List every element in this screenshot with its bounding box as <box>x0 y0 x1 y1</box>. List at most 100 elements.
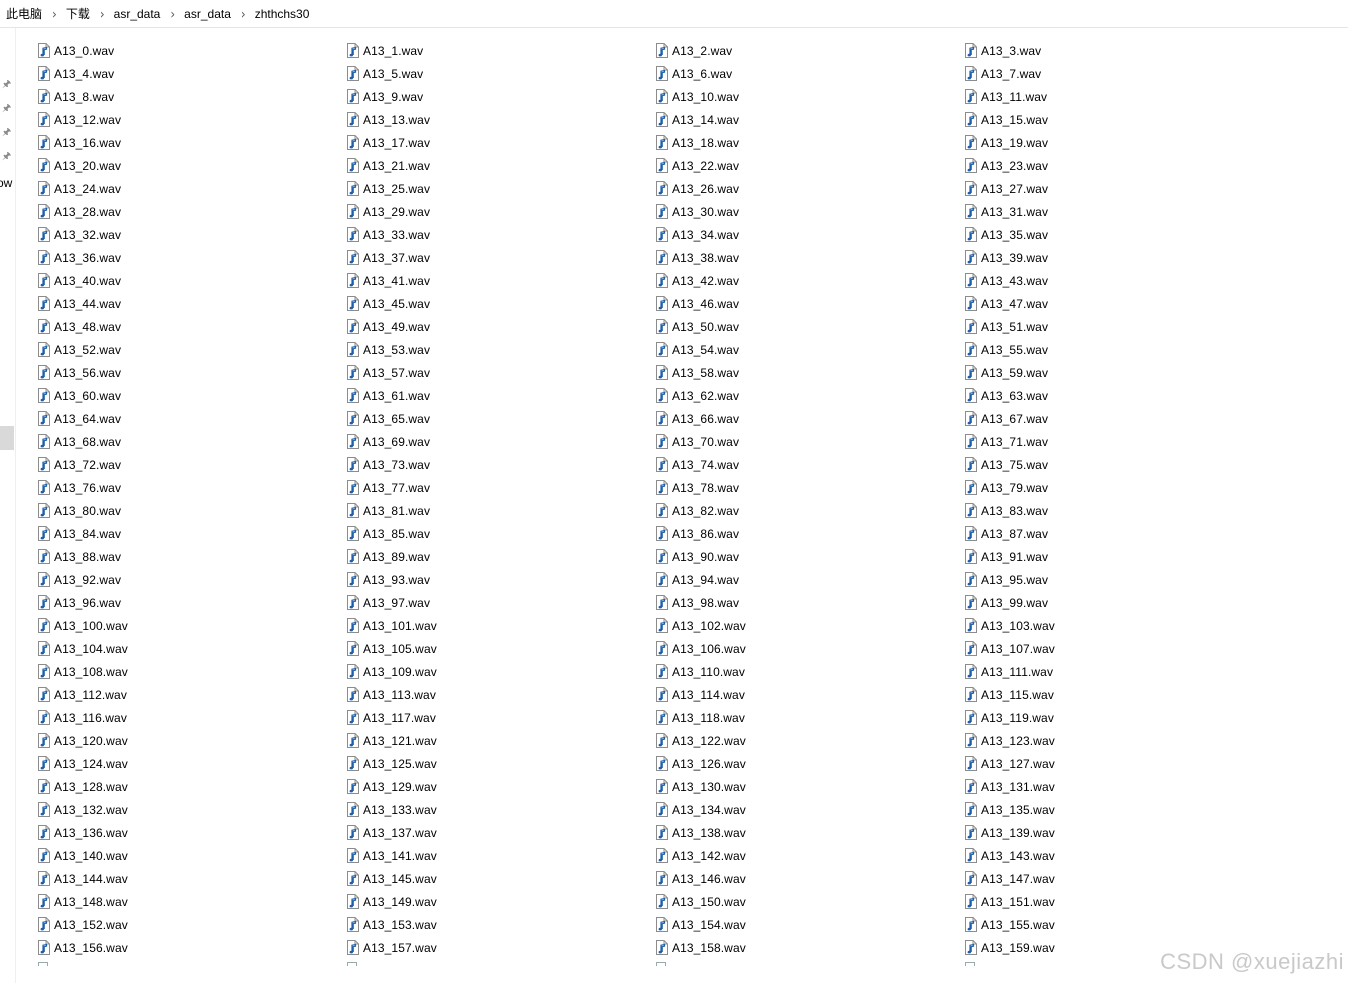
file-item[interactable]: A13_147.wav <box>961 867 1270 890</box>
file-item[interactable]: A13_131.wav <box>961 775 1270 798</box>
file-item[interactable]: A13_107.wav <box>961 637 1270 660</box>
file-item[interactable]: A13_37.wav <box>343 246 652 269</box>
nav-item-label[interactable]: ow <box>0 176 12 190</box>
file-item[interactable]: A13_154.wav <box>652 913 961 936</box>
file-item[interactable]: A13_79.wav <box>961 476 1270 499</box>
file-item[interactable]: A13_118.wav <box>652 706 961 729</box>
file-item[interactable]: A13_84.wav <box>34 522 343 545</box>
file-item[interactable]: A13_76.wav <box>34 476 343 499</box>
file-item[interactable]: A13_10.wav <box>652 85 961 108</box>
file-item[interactable]: A13_106.wav <box>652 637 961 660</box>
file-item[interactable]: A13_116.wav <box>34 706 343 729</box>
file-item[interactable]: A13_122.wav <box>652 729 961 752</box>
file-item[interactable]: A13_146.wav <box>652 867 961 890</box>
file-item[interactable]: A13_127.wav <box>961 752 1270 775</box>
file-item[interactable]: A13_111.wav <box>961 660 1270 683</box>
file-list[interactable]: A13_0.wav A13_1.wav A13_2.wav A13_3.wav A13_… <box>34 39 1334 969</box>
file-item[interactable]: A13_94.wav <box>652 568 961 591</box>
file-item[interactable]: A13_12.wav <box>34 108 343 131</box>
file-item[interactable]: A13_145.wav <box>343 867 652 890</box>
file-item[interactable]: A13_40.wav <box>34 269 343 292</box>
navigation-pane[interactable]: 🖈 🖈 🖈 🖈 ow <box>0 28 16 983</box>
file-item[interactable]: A13_65.wav <box>343 407 652 430</box>
file-item[interactable]: A13_0.wav <box>34 39 343 62</box>
file-item[interactable]: A13_90.wav <box>652 545 961 568</box>
file-item[interactable]: A13_86.wav <box>652 522 961 545</box>
file-item[interactable]: A13_67.wav <box>961 407 1270 430</box>
file-item[interactable]: A13_129.wav <box>343 775 652 798</box>
file-item[interactable]: A13_156.wav <box>34 936 343 959</box>
file-item[interactable]: A13_22.wav <box>652 154 961 177</box>
file-item[interactable]: A13_112.wav <box>34 683 343 706</box>
pin-icon[interactable]: 🖈 <box>2 104 12 114</box>
file-item[interactable]: A13_74.wav <box>652 453 961 476</box>
file-item[interactable]: A13_136.wav <box>34 821 343 844</box>
file-item[interactable]: A13_108.wav <box>34 660 343 683</box>
file-item[interactable]: A13_130.wav <box>652 775 961 798</box>
file-item[interactable]: A13_9.wav <box>343 85 652 108</box>
breadcrumb-item[interactable]: asr_data <box>184 7 231 21</box>
file-item[interactable]: A13_68.wav <box>34 430 343 453</box>
file-item[interactable]: A13_105.wav <box>343 637 652 660</box>
file-item[interactable]: A13_7.wav <box>961 62 1270 85</box>
chevron-right-icon[interactable]: › <box>241 6 246 21</box>
file-item[interactable]: A13_1.wav <box>343 39 652 62</box>
file-item[interactable]: A13_63.wav <box>961 384 1270 407</box>
file-item[interactable]: A13_135.wav <box>961 798 1270 821</box>
file-item[interactable]: A13_128.wav <box>34 775 343 798</box>
file-item[interactable]: A13_50.wav <box>652 315 961 338</box>
file-item[interactable]: A13_21.wav <box>343 154 652 177</box>
file-item[interactable]: A13_140.wav <box>34 844 343 867</box>
file-item[interactable]: A13_139.wav <box>961 821 1270 844</box>
file-item[interactable]: A13_158.wav <box>652 936 961 959</box>
file-item[interactable]: A13_33.wav <box>343 223 652 246</box>
file-item[interactable]: A13_88.wav <box>34 545 343 568</box>
file-item[interactable]: A13_134.wav <box>652 798 961 821</box>
file-item[interactable]: A13_98.wav <box>652 591 961 614</box>
file-item[interactable]: A13_100.wav <box>34 614 343 637</box>
file-item[interactable]: A13_142.wav <box>652 844 961 867</box>
file-item[interactable]: A13_20.wav <box>34 154 343 177</box>
file-item[interactable]: A13_56.wav <box>34 361 343 384</box>
file-item[interactable]: A13_17.wav <box>343 131 652 154</box>
pin-icon[interactable]: 🖈 <box>2 128 12 138</box>
file-item[interactable]: A13_103.wav <box>961 614 1270 637</box>
file-item[interactable]: A13_85.wav <box>343 522 652 545</box>
file-item[interactable]: A13_119.wav <box>961 706 1270 729</box>
pin-icon[interactable]: 🖈 <box>2 80 12 90</box>
file-item[interactable]: A13_96.wav <box>34 591 343 614</box>
file-item[interactable]: A13_57.wav <box>343 361 652 384</box>
file-item[interactable]: A13_77.wav <box>343 476 652 499</box>
file-item[interactable]: A13_114.wav <box>652 683 961 706</box>
file-item[interactable]: A13_95.wav <box>961 568 1270 591</box>
file-item[interactable]: A13_15.wav <box>961 108 1270 131</box>
file-item[interactable]: A13_44.wav <box>34 292 343 315</box>
file-item[interactable]: A13_13.wav <box>343 108 652 131</box>
file-item[interactable]: A13_3.wav <box>961 39 1270 62</box>
file-item[interactable]: A13_62.wav <box>652 384 961 407</box>
file-item[interactable]: A13_93.wav <box>343 568 652 591</box>
file-item[interactable]: A13_102.wav <box>652 614 961 637</box>
file-item[interactable]: A13_69.wav <box>343 430 652 453</box>
file-item[interactable]: A13_99.wav <box>961 591 1270 614</box>
file-item[interactable]: A13_157.wav <box>343 936 652 959</box>
file-item[interactable]: A13_4.wav <box>34 62 343 85</box>
file-item[interactable]: A13_34.wav <box>652 223 961 246</box>
file-item[interactable]: A13_16.wav <box>34 131 343 154</box>
file-item[interactable]: A13_121.wav <box>343 729 652 752</box>
file-item[interactable]: A13_31.wav <box>961 200 1270 223</box>
file-item[interactable]: A13_83.wav <box>961 499 1270 522</box>
file-item[interactable]: A13_55.wav <box>961 338 1270 361</box>
file-item[interactable]: A13_155.wav <box>961 913 1270 936</box>
file-item[interactable]: A13_46.wav <box>652 292 961 315</box>
file-item[interactable]: A13_52.wav <box>34 338 343 361</box>
file-item[interactable]: A13_49.wav <box>343 315 652 338</box>
file-item[interactable]: A13_54.wav <box>652 338 961 361</box>
file-item[interactable]: A13_78.wav <box>652 476 961 499</box>
file-item[interactable]: A13_152.wav <box>34 913 343 936</box>
file-item[interactable]: A13_41.wav <box>343 269 652 292</box>
file-item[interactable]: A13_53.wav <box>343 338 652 361</box>
file-item[interactable]: A13_32.wav <box>34 223 343 246</box>
file-item[interactable]: A13_126.wav <box>652 752 961 775</box>
file-item[interactable]: A13_2.wav <box>652 39 961 62</box>
